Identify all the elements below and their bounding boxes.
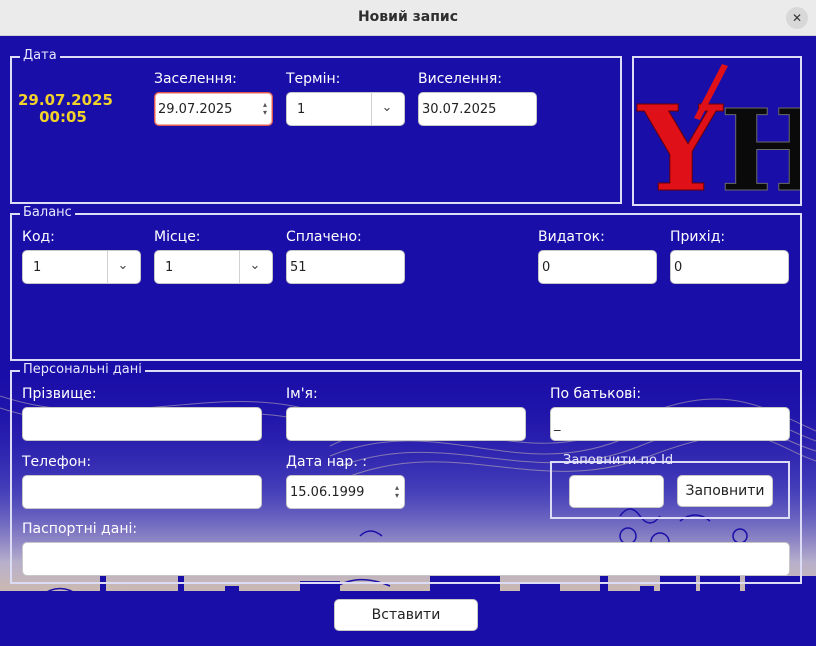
fill-by-id-legend: Заповнити по Id xyxy=(563,453,674,468)
hotel-logo: Y H xyxy=(632,56,816,219)
fill-button[interactable]: Заповнити xyxy=(677,475,773,507)
checkin-date-value: 29.07.2025 xyxy=(158,102,233,117)
window-title: Новий запис xyxy=(357,9,459,25)
checkin-date-field[interactable]: 29.07.2025 ▴ ▾ xyxy=(154,92,273,126)
place-combo[interactable]: 1 ⌄ xyxy=(154,250,273,284)
combo-divider xyxy=(107,251,108,283)
chevron-down-icon[interactable]: ⌄ xyxy=(114,255,132,277)
current-date: 29.07.2025 xyxy=(18,91,113,109)
code-value: 1 xyxy=(33,260,42,275)
place-label: Місце: xyxy=(154,229,201,245)
paid-label: Сплачено: xyxy=(286,229,362,245)
current-time: 00:05 xyxy=(39,108,87,126)
surname-label: Прізвище: xyxy=(22,386,97,402)
spin-icon[interactable]: ▴ ▾ xyxy=(394,484,400,500)
place-value: 1 xyxy=(165,260,174,275)
code-label: Код: xyxy=(22,229,55,245)
checkout-date-value: 30.07.2025 xyxy=(422,102,497,117)
chevron-down-icon[interactable]: ⌄ xyxy=(246,255,264,277)
spin-icon[interactable]: ▴ ▾ xyxy=(262,101,268,117)
yh-logo-icon: Y H xyxy=(636,64,816,219)
title-bar: Новий запис ✕ xyxy=(0,0,816,36)
birthdate-field[interactable]: 15.06.1999 ▴ ▾ xyxy=(286,475,405,509)
surname-field[interactable] xyxy=(22,407,262,441)
balance-group-legend: Баланс xyxy=(20,205,75,221)
term-value: 1 xyxy=(297,102,306,117)
patronymic-field[interactable]: _ xyxy=(550,407,790,441)
combo-divider xyxy=(239,251,240,283)
close-icon[interactable]: ✕ xyxy=(786,7,808,29)
code-combo[interactable]: 1 ⌄ xyxy=(22,250,141,284)
term-label: Термін: xyxy=(286,71,341,87)
expense-field[interactable]: 0 xyxy=(538,250,657,284)
name-field[interactable] xyxy=(286,407,526,441)
current-datetime: 29.07.2025 00:05 xyxy=(18,91,113,126)
checkin-label: Заселення: xyxy=(154,71,237,87)
passport-field[interactable] xyxy=(22,542,790,576)
name-label: Ім'я: xyxy=(286,386,318,402)
patronymic-value: _ xyxy=(554,417,561,432)
patronymic-label: По батькові: xyxy=(550,386,642,402)
term-combo[interactable]: 1 ⌄ xyxy=(286,92,405,126)
paid-field[interactable]: 51 xyxy=(286,250,405,284)
chevron-down-icon[interactable]: ⌄ xyxy=(378,97,396,119)
checkout-label: Виселення: xyxy=(418,71,503,87)
phone-label: Телефон: xyxy=(22,454,92,470)
date-group-legend: Дата xyxy=(20,48,60,64)
combo-divider xyxy=(371,93,372,125)
paid-value: 51 xyxy=(290,260,307,275)
income-label: Прихід: xyxy=(670,229,726,245)
expense-label: Видаток: xyxy=(538,229,605,245)
dialog-client-area: Дата 29.07.2025 00:05 Заселення: 29.07.2… xyxy=(0,36,816,646)
birthdate-label: Дата нар. : xyxy=(286,454,367,470)
insert-button[interactable]: Вставити xyxy=(334,599,478,631)
phone-field[interactable] xyxy=(22,475,262,509)
income-field[interactable]: 0 xyxy=(670,250,789,284)
logo-letter-h: H xyxy=(720,86,800,204)
passport-label: Паспортні дані: xyxy=(22,521,138,537)
id-field[interactable] xyxy=(569,475,664,508)
income-value: 0 xyxy=(674,260,683,275)
personal-group-legend: Персональні дані xyxy=(20,362,145,378)
expense-value: 0 xyxy=(542,260,551,275)
birthdate-value: 15.06.1999 xyxy=(290,485,365,500)
checkout-date-field[interactable]: 30.07.2025 xyxy=(418,92,537,126)
